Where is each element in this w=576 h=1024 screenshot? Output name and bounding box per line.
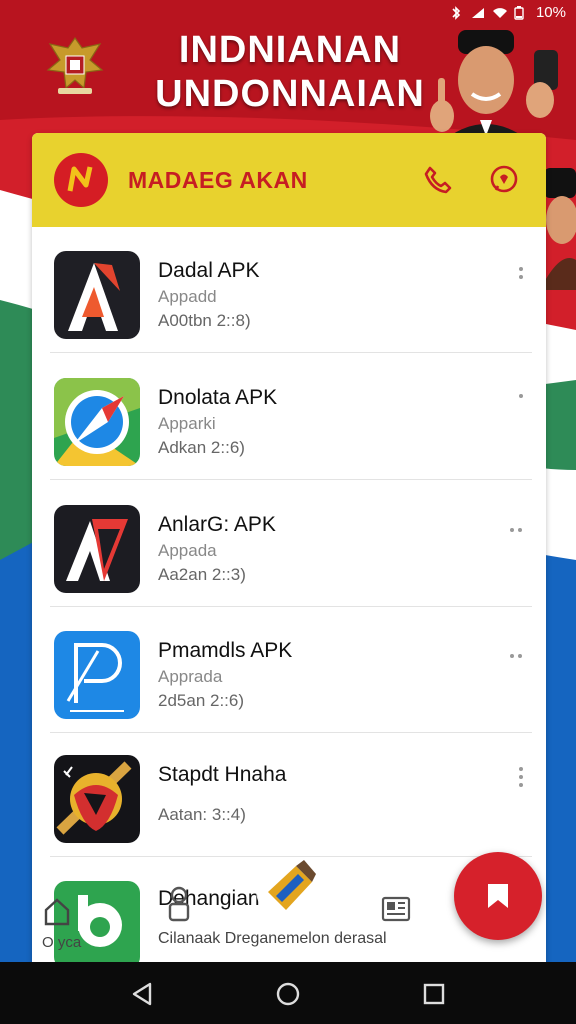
app-meta: Adkan 2::6): [158, 438, 245, 457]
news-nav-icon[interactable]: [381, 896, 411, 922]
garuda-emblem-icon: [46, 36, 104, 94]
banner-title-line1: INDNIANAN: [178, 29, 402, 71]
recents-icon[interactable]: [420, 980, 448, 1008]
app-subtitle: Appadd: [158, 287, 217, 306]
more-options-icon[interactable]: [516, 767, 526, 799]
app-av-icon: [54, 505, 140, 593]
list-item[interactable]: AnlarG: APK Appada Aa2an 2::3): [32, 481, 546, 607]
app-name: Dadal APK: [158, 259, 260, 282]
bottom-description: Cilanaak Dreganemelon derasal: [158, 930, 387, 947]
home-nav-label: O yca: [42, 934, 82, 951]
list-item[interactable]: Pmamdls APK Apprada 2d5an 2::6): [32, 607, 546, 733]
divider: [50, 479, 532, 480]
banner-title: INDNIANAN UNDONNAIAN: [140, 28, 440, 116]
app-subtitle: Apparki: [158, 414, 216, 433]
signal-icon: [470, 6, 486, 20]
list-item[interactable]: Dadal APK Appadd A00tbn 2::8): [32, 227, 546, 353]
phone-icon[interactable]: [422, 164, 454, 196]
floating-can-icon[interactable]: [252, 852, 324, 924]
app-compass-icon: [54, 378, 140, 466]
chat-icon[interactable]: [488, 164, 520, 196]
app-name: Stapdt Hnaha: [158, 763, 287, 786]
home-nav-icon[interactable]: [42, 896, 72, 928]
more-options-icon[interactable]: [516, 394, 526, 418]
brand-logo-icon: [54, 153, 108, 207]
app-meta: Aatan: 3::4): [158, 805, 246, 824]
app-list-card: MADAEG AKAN Dadal APK Appadd A00tbn 2::8…: [32, 133, 546, 973]
system-navigation-bar: [0, 962, 576, 1024]
divider: [50, 352, 532, 353]
app-name: Pmamdls APK: [158, 639, 293, 662]
back-icon[interactable]: [128, 980, 156, 1008]
more-options-icon[interactable]: [510, 525, 526, 535]
brand-title: MADAEG AKAN: [128, 166, 308, 193]
battery-percent: 10%: [535, 4, 566, 21]
home-icon[interactable]: [274, 980, 302, 1008]
app-name: Dnolata APK: [158, 386, 278, 409]
bookmark-fab-button[interactable]: [454, 852, 542, 940]
app-shield-icon: [54, 755, 140, 843]
app-meta: A00tbn 2::8): [158, 311, 251, 330]
profile-nav-icon[interactable]: [166, 886, 192, 922]
more-options-icon[interactable]: [516, 267, 526, 291]
list-item[interactable]: Stapdt Hnaha Aatan: 3::4): [32, 731, 546, 857]
app-a-icon: [54, 251, 140, 339]
app-name: AnlarG: APK: [158, 513, 276, 536]
app-meta: Aa2an 2::3): [158, 565, 246, 584]
person-portrait-icon: [430, 30, 558, 140]
bookmark-icon: [488, 884, 508, 908]
battery-icon: [514, 5, 530, 20]
app-subtitle: Appada: [158, 541, 217, 560]
app-subtitle: Apprada: [158, 667, 223, 686]
list-item[interactable]: Dnolata APK Apparki Adkan 2::6): [32, 354, 546, 480]
banner-title-line2: UNDONNAIAN: [155, 73, 425, 115]
wifi-icon: [492, 6, 508, 20]
app-meta: 2d5an 2::6): [158, 691, 245, 710]
card-header: MADAEG AKAN: [32, 133, 546, 227]
app-p-icon: [54, 631, 140, 719]
more-options-icon[interactable]: [510, 651, 526, 661]
status-bar: 10%: [0, 0, 576, 26]
bluetooth-icon: [448, 5, 464, 20]
